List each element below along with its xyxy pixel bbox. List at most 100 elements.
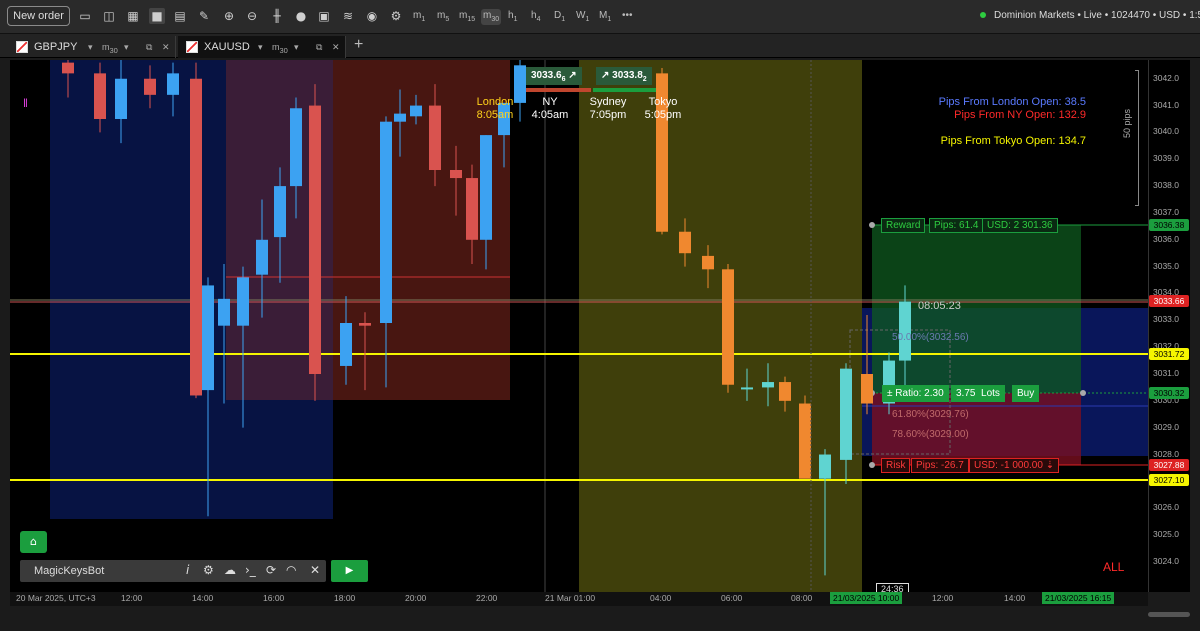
timeframe-mn1[interactable]: M1	[599, 9, 611, 25]
lots-field[interactable]: 3.75 Lots	[951, 385, 1005, 402]
info-icon[interactable]: i	[186, 563, 189, 577]
layout-grid-icon[interactable]: ▦	[125, 8, 141, 24]
zoom-in-icon[interactable]: ⊕	[221, 8, 237, 24]
timeframe-w1[interactable]: W1	[576, 9, 589, 25]
close-icon[interactable]: ✕	[162, 36, 170, 58]
social-icon[interactable]: ●	[293, 8, 309, 24]
detached-window-icon[interactable]: ◫	[101, 8, 117, 24]
gear-icon[interactable]: ⚙	[203, 563, 214, 577]
close-icon[interactable]: ✕	[332, 36, 340, 58]
bot-panel[interactable]: MagicKeysBot i ⚙ ☁ ›_ ⟳ ◠ ✕	[20, 560, 326, 582]
timeframe-m30[interactable]: m30	[481, 9, 502, 25]
speed-icon[interactable]: ◠	[286, 563, 296, 577]
risk-pips: Pips: -26.7	[911, 458, 969, 473]
add-tab-icon[interactable]: +	[354, 36, 363, 54]
horizontal-scrollbar[interactable]	[0, 608, 1200, 631]
scroll-thumb[interactable]	[1148, 612, 1190, 617]
account-info[interactable]: Dominion Markets • Live • 1024470 • USD …	[980, 10, 1200, 21]
chevron-down-icon[interactable]: ▾	[294, 36, 299, 58]
price-tick: 3042.0	[1153, 72, 1179, 83]
buy-button[interactable]: Buy	[1012, 385, 1040, 402]
new-order-button[interactable]: New order	[7, 6, 70, 26]
candle-body	[394, 113, 406, 122]
tab-timeframe[interactable]: m30	[272, 36, 288, 62]
chart-type-icon[interactable]: ╫	[269, 8, 285, 24]
entry-price-label: 3030.32	[1149, 387, 1189, 399]
time-tick: 12:00	[932, 593, 954, 603]
candle-body	[799, 403, 811, 479]
more-timeframes-button[interactable]: •••	[622, 9, 633, 25]
price-tick: 3037.0	[1153, 206, 1179, 217]
chevron-down-icon[interactable]: ▾	[88, 36, 93, 58]
chevron-down-icon[interactable]: ▾	[124, 36, 129, 58]
settings-icon[interactable]: ⚙	[388, 8, 404, 24]
play-button[interactable]: ▶	[331, 560, 368, 582]
tab-timeframe[interactable]: m30	[102, 36, 118, 62]
session-label-ny: NY 4:05am	[531, 96, 569, 121]
price-tick: 3024.0	[1153, 555, 1179, 566]
pin-icon[interactable]: ⇣	[1046, 460, 1054, 471]
chart-window-icon[interactable]: ▭	[77, 8, 93, 24]
detach-icon[interactable]: ⧉	[316, 36, 322, 58]
close-icon[interactable]: ✕	[310, 563, 320, 577]
main-toolbar: New order ▭ ◫ ▦ ■ ▤ ✎ ⊕ ⊖ ╫ ● ▣ ≋ ◉ ⚙ m1…	[0, 0, 1200, 34]
price-axis[interactable]: 3042.0 3041.0 3040.0 3039.0 3038.0 3037.0 3036…	[1148, 60, 1190, 592]
fib-78-label: 78.60%(3029.00)	[892, 429, 969, 440]
vertical-scrollbar[interactable]	[1190, 60, 1200, 592]
timeframe-m5[interactable]: m5	[437, 9, 449, 25]
plus-minus-icon: ±	[887, 388, 893, 399]
ratio-button[interactable]: ± Ratio: 2.30	[882, 385, 949, 402]
price-tick: 3028.0	[1153, 448, 1179, 459]
quick-buy-button[interactable]: ↗ 3033.82	[596, 67, 652, 85]
tab-symbol: XAUUSD	[204, 41, 250, 53]
candle-body	[94, 73, 106, 119]
current-date-label: 21/03/2025 16:15	[1042, 592, 1115, 604]
timeframe-d1[interactable]: D1	[554, 9, 565, 25]
candle-body	[840, 368, 852, 460]
price-tick: 3038.0	[1153, 180, 1179, 191]
candle-body	[741, 387, 753, 390]
quick-sell-button[interactable]: 3033.66 ↗	[526, 67, 582, 85]
zoom-out-icon[interactable]: ⊖	[244, 8, 260, 24]
layers-icon[interactable]: ≋	[340, 8, 356, 24]
timeframe-h1[interactable]: h1	[508, 9, 517, 25]
candle-body	[429, 105, 441, 170]
eye-icon[interactable]: ◉	[364, 8, 380, 24]
risk-label[interactable]: Risk	[881, 458, 911, 473]
entry-handle-right[interactable]	[1080, 390, 1086, 396]
timeframe-m1[interactable]: m1	[413, 9, 425, 25]
cloud-icon[interactable]: ☁	[224, 563, 236, 577]
all-label[interactable]: ALL	[1103, 560, 1124, 574]
candle-body	[144, 78, 156, 95]
bot-toggle-icon[interactable]: ⌂	[20, 531, 47, 553]
fib-61-label: 61.80%(3029.76)	[892, 409, 969, 420]
sl-handle[interactable]	[869, 462, 875, 468]
timeframe-h4[interactable]: h4	[531, 9, 540, 25]
tab-gbpjpy[interactable]: GBPJPY ▾ m30 ▾ ⧉ ✕	[8, 36, 176, 58]
tp-handle[interactable]	[869, 222, 875, 228]
single-chart-icon[interactable]: ■	[149, 8, 165, 24]
yellow-high-price-label: 3031.72	[1149, 348, 1189, 360]
candle-body	[256, 239, 268, 275]
candle-body	[380, 121, 392, 324]
time-tick: 12:00	[121, 593, 143, 603]
bot-icon[interactable]: ▣	[316, 8, 332, 24]
time-axis[interactable]: 20 Mar 2025, UTC+3 12:00 14:00 16:00 18:…	[10, 592, 1148, 606]
tab-xauusd[interactable]: XAUUSD ▾ m30 ▾ ⧉ ✕	[178, 36, 346, 58]
bot-name: MagicKeysBot	[34, 565, 105, 577]
detach-icon[interactable]: ⧉	[146, 36, 152, 58]
chevron-down-icon[interactable]: ▾	[258, 36, 263, 58]
drawing-tools-icon[interactable]: ✎	[196, 8, 212, 24]
price-tick: 3026.0	[1153, 502, 1179, 513]
pips-london-label: Pips From London Open: 38.5	[938, 96, 1086, 108]
price-chart[interactable]: ‖ London 8:05am NY 4:05am Sydney 7:05pm Tok…	[10, 60, 1148, 592]
time-tick: 22:00	[476, 593, 498, 603]
connection-status-icon	[980, 12, 986, 18]
timeframe-m15[interactable]: m15	[459, 9, 475, 25]
reward-label[interactable]: Reward	[881, 218, 926, 233]
terminal-icon[interactable]: ›_	[245, 563, 256, 577]
backtest-icon[interactable]: ⟳	[266, 563, 276, 577]
candle-body	[167, 73, 179, 95]
multi-chart-icon[interactable]: ▤	[172, 8, 188, 24]
candle-body	[722, 269, 734, 385]
